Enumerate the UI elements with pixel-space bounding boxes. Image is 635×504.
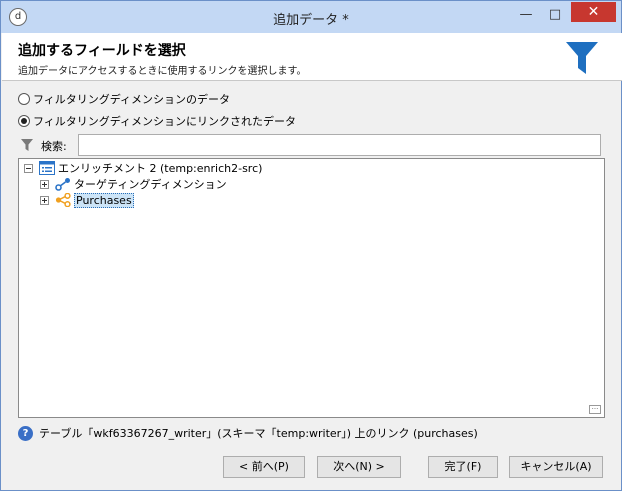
page-title: 追加するフィールドを選択 <box>18 43 186 59</box>
status-message: ? テーブル「wkf63367267_writer」(スキーマ「temp:wri… <box>18 425 478 441</box>
radio-label: フィルタリングディメンションにリンクされたデータ <box>33 115 297 128</box>
tree-node-label: ターゲティングディメンション <box>74 178 227 191</box>
radio-button[interactable] <box>18 93 30 105</box>
help-icon: ? <box>18 425 33 441</box>
tree-node-purchases[interactable]: Purchases <box>40 192 134 208</box>
back-button[interactable]: < 前へ(P) <box>223 456 305 478</box>
expand-toggle[interactable] <box>40 179 49 189</box>
radio-filtering-dimension-data[interactable]: フィルタリングディメンションのデータ <box>18 91 230 107</box>
next-button[interactable]: 次へ(N) > <box>317 456 401 478</box>
search-input[interactable] <box>78 134 601 156</box>
finish-button[interactable]: 完了(F) <box>428 456 498 478</box>
share-node-icon <box>55 193 71 207</box>
radio-linked-data[interactable]: フィルタリングディメンションにリンクされたデータ <box>18 113 296 129</box>
more-options-icon[interactable]: ··· <box>589 405 601 414</box>
link-node-icon <box>55 178 70 191</box>
tree-node-label: エンリッチメント 2 (temp:enrich2-src) <box>58 162 263 175</box>
radio-button[interactable] <box>18 115 30 127</box>
tree-node-label: Purchases <box>74 192 134 208</box>
maximize-button[interactable]: □ <box>542 7 568 25</box>
tree-node-targeting-dimension[interactable]: ターゲティングディメンション <box>40 176 227 192</box>
status-text: テーブル「wkf63367267_writer」(スキーマ「temp:write… <box>39 427 478 440</box>
expand-toggle[interactable] <box>40 195 49 205</box>
dialog-window: d 追加データ * — □ ✕ 追加するフィールドを選択 追加データにアクセスす… <box>0 0 622 491</box>
radio-label: フィルタリングディメンションのデータ <box>33 93 231 106</box>
cancel-button[interactable]: キャンセル(A) <box>509 456 603 478</box>
collapse-toggle[interactable] <box>24 163 33 173</box>
page-subtitle: 追加データにアクセスするときに使用するリンクを選択します。 <box>18 66 307 77</box>
tree-root-node[interactable]: エンリッチメント 2 (temp:enrich2-src) <box>24 160 262 176</box>
list-icon <box>39 161 55 175</box>
close-button[interactable]: ✕ <box>571 2 616 22</box>
filter-icon <box>21 139 33 151</box>
dialog-header: 追加するフィールドを選択 追加データにアクセスするときに使用するリンクを選択しま… <box>2 33 622 81</box>
title-bar[interactable]: d 追加データ * — □ ✕ <box>1 1 621 33</box>
funnel-icon <box>566 42 598 74</box>
link-tree[interactable]: エンリッチメント 2 (temp:enrich2-src) ターゲティングディメ… <box>18 158 605 418</box>
minimize-button[interactable]: — <box>513 7 539 25</box>
search-label: 検索: <box>41 140 67 153</box>
